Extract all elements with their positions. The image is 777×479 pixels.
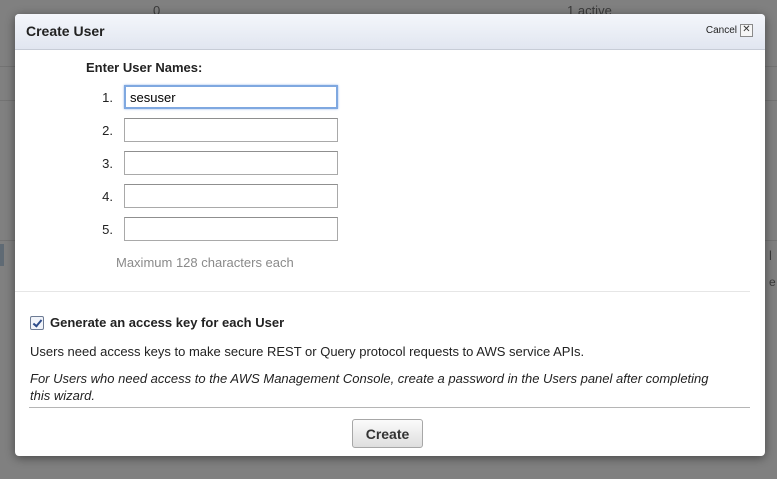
user-name-input-5[interactable] xyxy=(124,217,338,241)
row-number: 4. xyxy=(102,188,113,204)
max-length-hint: Maximum 128 characters each xyxy=(116,255,294,270)
console-password-note: For Users who need access to the AWS Man… xyxy=(30,371,709,403)
footer-divider xyxy=(29,407,750,408)
create-user-dialog: Create User Cancel ✕ Enter User Names: 1… xyxy=(15,14,765,456)
user-name-row: 1. xyxy=(93,84,338,110)
cancel-button[interactable]: Cancel ✕ xyxy=(706,24,753,37)
user-name-input-1[interactable] xyxy=(124,85,338,109)
user-name-input-3[interactable] xyxy=(124,151,338,175)
generate-access-key-checkbox[interactable] xyxy=(30,316,44,330)
close-icon[interactable]: ✕ xyxy=(740,24,753,37)
row-number: 3. xyxy=(102,155,113,171)
create-button[interactable]: Create xyxy=(352,419,423,448)
checkmark-icon xyxy=(32,317,43,328)
user-name-row: 2. xyxy=(93,117,338,143)
row-number: 5. xyxy=(102,221,113,237)
background-fragment: e xyxy=(769,275,776,289)
user-name-row: 3. xyxy=(93,150,338,176)
generate-access-key-label[interactable]: Generate an access key for each User xyxy=(50,315,284,330)
dialog-header: Create User Cancel ✕ xyxy=(15,14,765,50)
section-divider xyxy=(15,291,750,292)
user-name-input-2[interactable] xyxy=(124,118,338,142)
section-title: Enter User Names: xyxy=(86,60,203,75)
user-name-row: 5. xyxy=(93,216,338,242)
background-fragment: l xyxy=(769,248,772,263)
dialog-title: Create User xyxy=(26,23,105,39)
background-sidebar-marker xyxy=(0,244,4,266)
row-number: 2. xyxy=(102,122,113,138)
cancel-label[interactable]: Cancel xyxy=(706,25,737,36)
user-name-row: 4. xyxy=(93,183,338,209)
row-number: 1. xyxy=(102,89,113,105)
user-name-input-4[interactable] xyxy=(124,184,338,208)
access-key-info: Users need access keys to make secure RE… xyxy=(30,344,585,359)
